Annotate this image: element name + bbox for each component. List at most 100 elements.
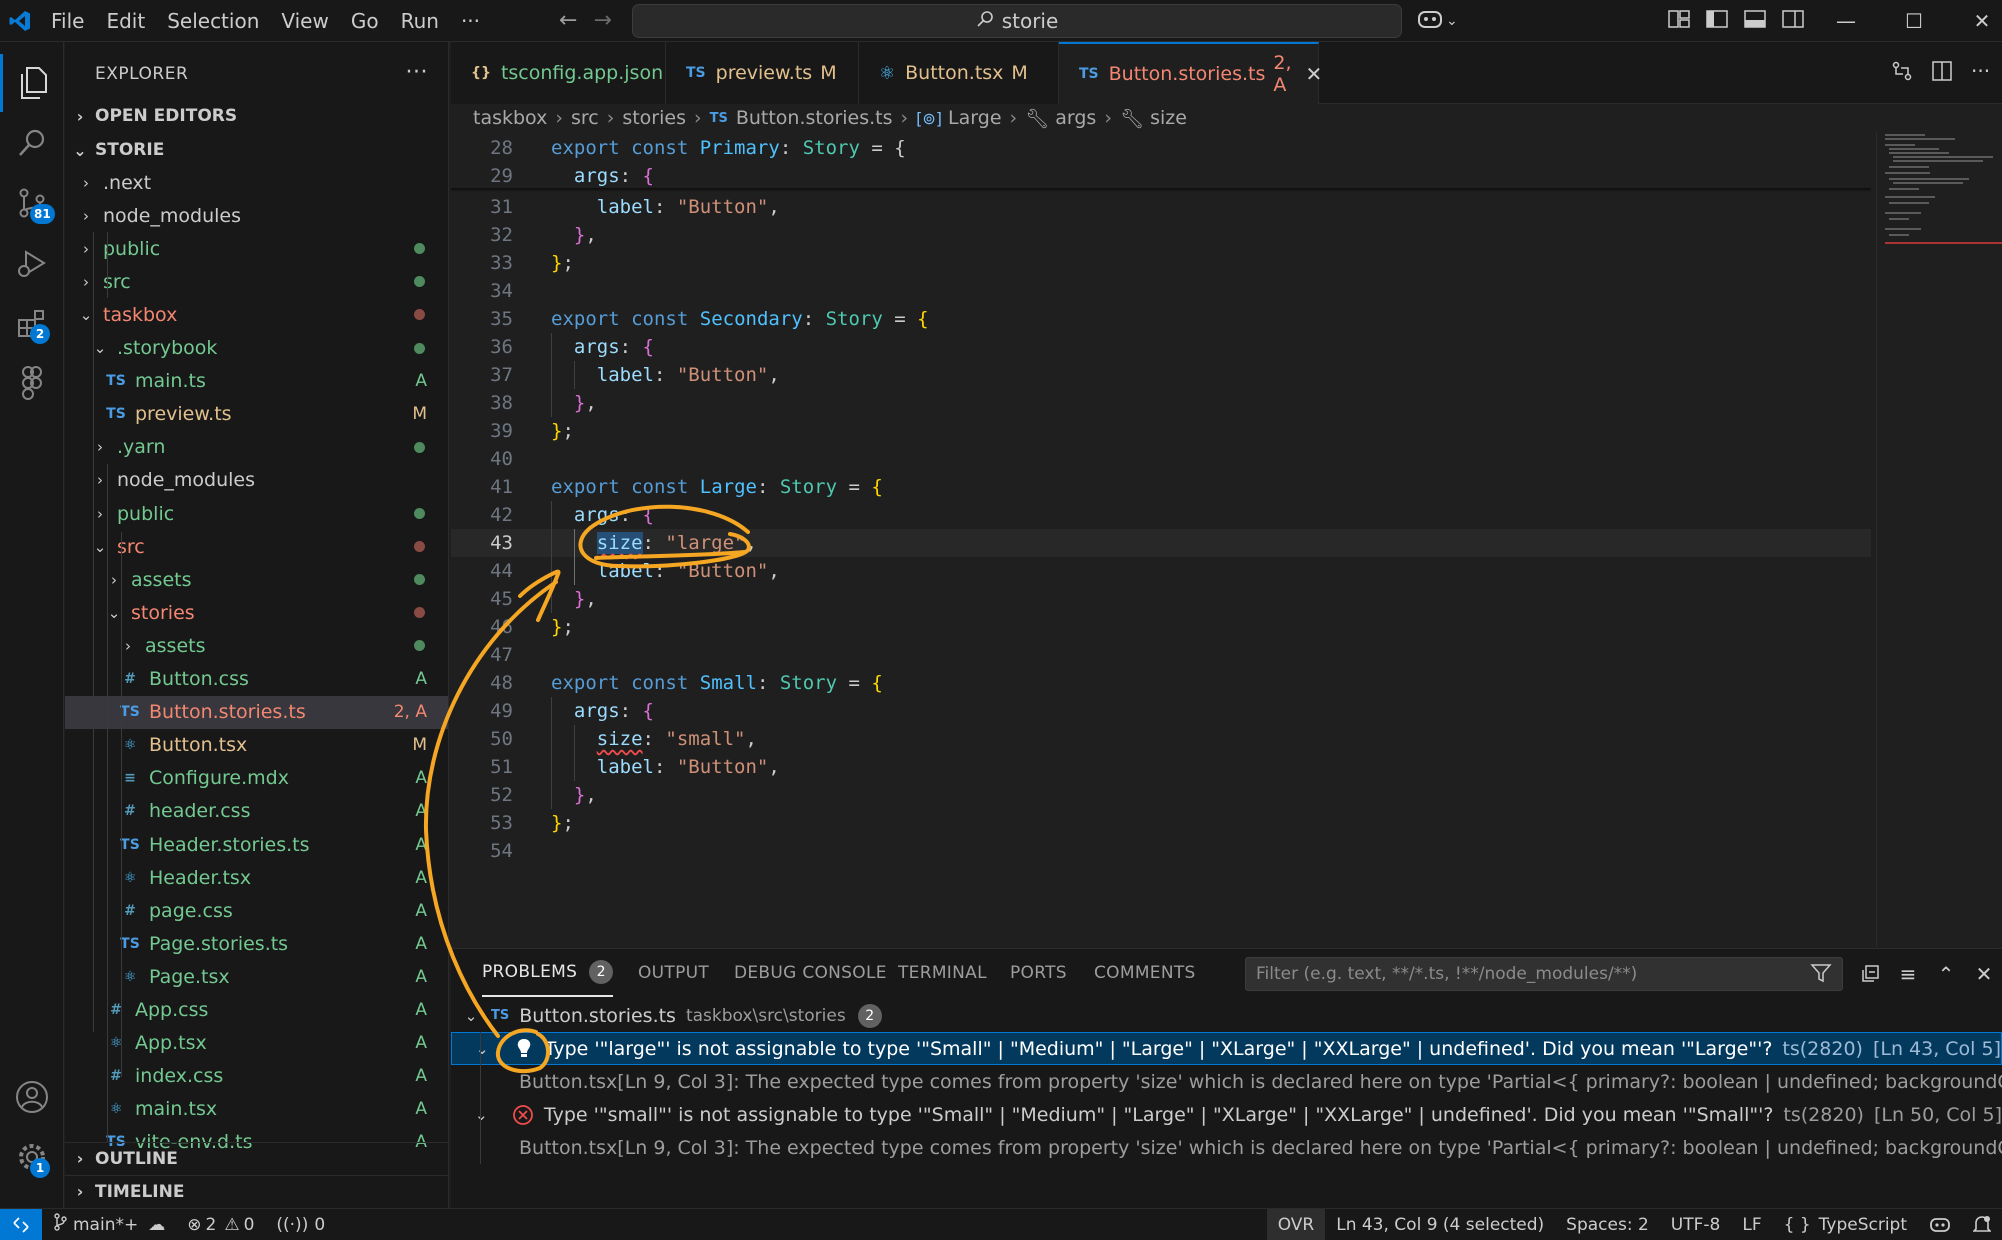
code-line-53[interactable]: 53 }; — [451, 809, 1871, 837]
tab-debug-console[interactable]: DEBUG CONSOLE — [734, 949, 887, 997]
tree-item[interactable]: › assets — [65, 629, 448, 662]
menu-view[interactable]: View — [270, 0, 339, 42]
code-line-34[interactable]: 34 — [451, 277, 1871, 305]
accounts-icon[interactable] — [0, 1068, 64, 1126]
search-view-icon[interactable] — [0, 114, 64, 172]
run-debug-icon[interactable] — [0, 234, 64, 292]
breadcrumb-src[interactable]: src — [571, 107, 599, 129]
tree-item[interactable]: ⌄ .storybook — [65, 332, 448, 365]
code-line-38[interactable]: 38 }, — [451, 389, 1871, 417]
minimize-icon[interactable]: — — [1812, 0, 1880, 42]
tree-item[interactable]: TS Page.stories.ts A — [65, 927, 448, 960]
tree-item[interactable]: › .yarn — [65, 431, 448, 464]
copilot-icon[interactable] — [1416, 7, 1444, 36]
tree-item[interactable]: › public — [65, 497, 448, 530]
menu-run[interactable]: Run — [390, 0, 450, 42]
tab-preview[interactable]: TS preview.ts M — [666, 42, 859, 104]
forward-arrow-icon[interactable]: → — [585, 8, 619, 33]
code-line-37[interactable]: 37 label: "Button", — [451, 361, 1871, 389]
customize-layout-icon[interactable] — [1668, 9, 1690, 34]
tree-item[interactable]: ⚛ App.tsx A — [65, 1027, 448, 1060]
collapse-all-icon[interactable] — [1855, 959, 1885, 989]
code-line-43[interactable]: 43 size: "large", — [451, 529, 1871, 557]
code-line-33[interactable]: 33 }; — [451, 249, 1871, 277]
chevron-down-icon[interactable]: ⌄ — [1446, 13, 1458, 29]
code-line-46[interactable]: 46 }; — [451, 613, 1871, 641]
tree-item[interactable]: ⚛ Page.tsx A — [65, 960, 448, 993]
extensions-icon[interactable]: 2 — [0, 294, 64, 352]
settings-gear-icon[interactable]: 1 — [0, 1128, 64, 1186]
tree-item[interactable]: TS Button.stories.ts 2, A — [65, 695, 448, 729]
problem-row-1[interactable]: ⌄ Type '"large"' is not assignable to ty… — [451, 1032, 2002, 1065]
git-branch[interactable]: main*+ ☁ — [42, 1209, 176, 1240]
tab-output[interactable]: OUTPUT — [638, 949, 709, 997]
code-line-32[interactable]: 32 }, — [451, 221, 1871, 249]
tree-item[interactable]: ⌄ stories — [65, 596, 448, 629]
language-mode[interactable]: { } TypeScript — [1773, 1209, 1918, 1240]
problem-row-2[interactable]: ⌄ Type '"small"' is not assignable to ty… — [451, 1098, 2002, 1131]
outline-section[interactable]: › OUTLINE — [65, 1142, 448, 1174]
close-window-icon[interactable]: ✕ — [1948, 0, 2002, 42]
tree-item[interactable]: › node_modules — [65, 464, 448, 497]
toggle-primary-sidebar-icon[interactable] — [1706, 9, 1728, 34]
code-line-42[interactable]: 42 args: { — [451, 501, 1871, 529]
tree-item[interactable]: # header.css A — [65, 795, 448, 828]
tree-item[interactable]: ⚛ Button.tsx M — [65, 729, 448, 762]
menu-edit[interactable]: Edit — [95, 0, 156, 42]
code-line-28[interactable]: 28 export const Primary: Story = { — [451, 134, 1871, 162]
tree-item[interactable]: › .next — [65, 166, 448, 199]
tab-ports[interactable]: PORTS — [1010, 949, 1067, 997]
tab-terminal[interactable]: TERMINAL — [898, 949, 987, 997]
menu-selection[interactable]: Selection — [156, 0, 270, 42]
vscode-logo-icon[interactable] — [0, 0, 40, 42]
code-line-49[interactable]: 49 args: { — [451, 697, 1871, 725]
tree-item[interactable]: # Button.css A — [65, 663, 448, 696]
code-line-29[interactable]: 29 args: { — [451, 162, 1871, 190]
tree-item[interactable]: › assets — [65, 563, 448, 596]
command-center-search[interactable]: storie — [632, 4, 1402, 38]
menu-file[interactable]: File — [40, 0, 95, 42]
filter-icon[interactable] — [1810, 962, 1832, 989]
tab-tsconfig[interactable]: {} tsconfig.app.json A — [451, 42, 684, 104]
tree-item[interactable]: ⚛ Header.tsx A — [65, 861, 448, 894]
open-editors-section[interactable]: › OPEN EDITORS — [65, 100, 448, 132]
close-tab-icon[interactable]: ✕ — [1306, 62, 1323, 86]
code-line-41[interactable]: 41 export const Large: Story = { — [451, 473, 1871, 501]
code-line-54[interactable]: 54 — [451, 837, 1871, 865]
maximize-panel-icon[interactable]: ⌃ — [1931, 959, 1961, 989]
code-editor[interactable]: 28 export const Primary: Story = { 29 ar… — [451, 132, 1871, 947]
code-line-48[interactable]: 48 export const Small: Story = { — [451, 669, 1871, 697]
tree-item[interactable]: # index.css A — [65, 1060, 448, 1093]
split-editor-icon[interactable] — [1931, 60, 1953, 87]
code-line-44[interactable]: 44 label: "Button", — [451, 557, 1871, 585]
problems-file-row[interactable]: ⌄ TS Button.stories.ts taskbox\src\stori… — [451, 999, 2002, 1032]
code-line-50[interactable]: 50 size: "small", — [451, 725, 1871, 753]
forwarded-ports[interactable]: ((·)) 0 — [265, 1209, 336, 1240]
problems-filter-input[interactable]: Filter (e.g. text, **/*.ts, !**/node_mod… — [1245, 957, 1843, 991]
view-as-list-icon[interactable]: ≡ — [1893, 959, 1923, 989]
open-changes-icon[interactable] — [1891, 60, 1913, 87]
tree-item[interactable]: # page.css A — [65, 894, 448, 927]
code-line-31[interactable]: 31 label: "Button", — [451, 193, 1871, 221]
workspace-root-section[interactable]: ⌄ STORIE — [65, 134, 448, 166]
breadcrumb-file[interactable]: Button.stories.ts — [736, 107, 893, 129]
copilot-menu[interactable]: ⌄ — [1416, 0, 1458, 42]
code-line-40[interactable]: 40 — [451, 445, 1871, 473]
breadcrumb-size[interactable]: size — [1150, 107, 1187, 129]
back-arrow-icon[interactable]: ← — [551, 8, 585, 33]
tree-item[interactable]: ⌄ taskbox — [65, 298, 448, 331]
explorer-more-icon[interactable]: ··· — [406, 60, 428, 85]
cursor-position[interactable]: Ln 43, Col 9 (4 selected) — [1325, 1209, 1555, 1240]
lightbulb-icon[interactable] — [510, 1038, 536, 1060]
code-line-39[interactable]: 39 }; — [451, 417, 1871, 445]
maximize-icon[interactable]: ☐ — [1880, 0, 1948, 42]
code-line-45[interactable]: 45 }, — [451, 585, 1871, 613]
tree-item[interactable]: # App.css A — [65, 994, 448, 1027]
tree-item[interactable]: TS Header.stories.ts A — [65, 828, 448, 861]
code-line-52[interactable]: 52 }, — [451, 781, 1871, 809]
source-control-icon[interactable]: 81 — [0, 174, 64, 232]
breadcrumb-args[interactable]: args — [1055, 107, 1096, 129]
overtype-mode[interactable]: OVR — [1266, 1208, 1326, 1240]
tab-comments[interactable]: COMMENTS — [1094, 949, 1196, 997]
menu-go[interactable]: Go — [340, 0, 390, 42]
